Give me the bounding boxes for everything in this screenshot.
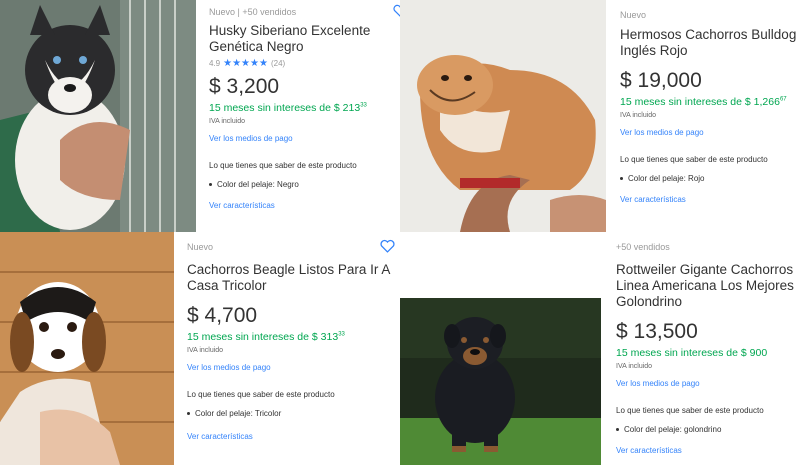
review-count: (24) <box>270 59 286 68</box>
price: $ 3,200 <box>209 75 280 98</box>
favorite-heart-icon[interactable] <box>393 4 400 17</box>
bullet-icon <box>616 428 619 431</box>
attribute-item: Color del pelaje: golondrino <box>616 425 800 434</box>
attribute-text: Color del pelaje: golondrino <box>624 425 722 434</box>
payment-methods-link[interactable]: Ver los medios de pago <box>209 134 394 143</box>
installments-cents: 33 <box>338 331 345 338</box>
attribute-text: Color del pelaje: Tricolor <box>195 409 282 418</box>
sold-count: +50 vendidos <box>616 242 670 252</box>
installments: 15 meses sin intereses de $ 21333 <box>209 102 394 114</box>
product-card-rottweiler[interactable]: +50 vendidos Rottweiler Gigante Cachorro… <box>400 232 800 465</box>
condition-label: Nuevo <box>209 7 236 17</box>
bullet-icon <box>209 183 212 186</box>
price: $ 19,000 <box>620 69 702 92</box>
tax-note: IVA incluido <box>209 118 246 125</box>
bullet-icon <box>187 412 190 415</box>
product-title[interactable]: Rottweiler Gigante Cachorros Linea Ameri… <box>616 262 800 310</box>
price: $ 13,500 <box>616 320 698 343</box>
rating-value: 4.9 <box>209 59 221 68</box>
installments-cents: 33 <box>360 102 367 109</box>
installments: 15 meses sin intereses de $ 31333 <box>187 331 397 343</box>
product-image-husky[interactable] <box>0 0 196 232</box>
attribute-item: Color del pelaje: Tricolor <box>187 409 397 418</box>
features-link[interactable]: Ver características <box>620 195 798 204</box>
product-image-beagle[interactable] <box>0 232 174 465</box>
product-highlights-title: Lo que tienes que saber de este producto <box>209 161 357 170</box>
rating-row: 4.9 ★★★★★ (24) <box>209 58 394 69</box>
attribute-text: Color del pelaje: Rojo <box>628 174 705 183</box>
installments: 15 meses sin intereses de $ 1,26667 <box>620 96 798 108</box>
installments-text: 15 meses sin intereses de $ 1,266 <box>620 96 780 108</box>
product-title[interactable]: Husky Siberiano Excelente Genética Negro <box>209 23 394 55</box>
installments-text: 15 meses sin intereses de $ 313 <box>187 331 339 343</box>
attribute-text: Color del pelaje: Negro <box>217 180 299 189</box>
features-link[interactable]: Ver características <box>209 201 394 210</box>
tax-note: IVA incluido <box>620 112 657 119</box>
product-image-bulldog[interactable] <box>400 0 606 232</box>
product-card-beagle[interactable]: Nuevo Cachorros Beagle Listos Para Ir A … <box>0 232 400 465</box>
product-image-rottweiler[interactable] <box>400 298 601 465</box>
payment-methods-link[interactable]: Ver los medios de pago <box>616 379 800 388</box>
product-highlights-title: Lo que tienes que saber de este producto <box>620 155 768 164</box>
bullet-icon <box>620 177 623 180</box>
attribute-item: Color del pelaje: Negro <box>209 180 394 189</box>
payment-methods-link[interactable]: Ver los medios de pago <box>187 363 397 372</box>
condition-label: Nuevo <box>620 10 647 20</box>
product-card-husky[interactable]: Nuevo | +50 vendidos Husky Siberiano Exc… <box>0 0 400 232</box>
payment-methods-link[interactable]: Ver los medios de pago <box>620 128 798 137</box>
installments-cents: 67 <box>779 96 787 103</box>
features-link[interactable]: Ver características <box>616 446 800 455</box>
favorite-heart-icon[interactable] <box>380 239 395 253</box>
tax-note: IVA incluido <box>187 347 224 354</box>
product-title[interactable]: Cachorros Beagle Listos Para Ir A Casa T… <box>187 262 397 294</box>
attribute-item: Color del pelaje: Rojo <box>620 174 798 183</box>
star-icon: ★★★★★ <box>223 58 268 69</box>
product-title[interactable]: Hermosos Cachorros Bulldog Inglés Rojo <box>620 27 798 59</box>
product-card-bulldog[interactable]: Nuevo Hermosos Cachorros Bulldog Inglés … <box>400 0 800 232</box>
installments-text: 15 meses sin intereses de $ 213 <box>209 102 361 114</box>
price: $ 4,700 <box>187 304 258 327</box>
tax-note: IVA incluido <box>616 363 653 370</box>
product-highlights-title: Lo que tienes que saber de este producto <box>187 390 335 399</box>
product-highlights-title: Lo que tienes que saber de este producto <box>616 406 764 415</box>
sold-count: +50 vendidos <box>242 7 297 17</box>
condition-label: Nuevo <box>187 242 214 252</box>
features-link[interactable]: Ver características <box>187 432 397 441</box>
installments: 15 meses sin intereses de $ 900 <box>616 347 768 359</box>
